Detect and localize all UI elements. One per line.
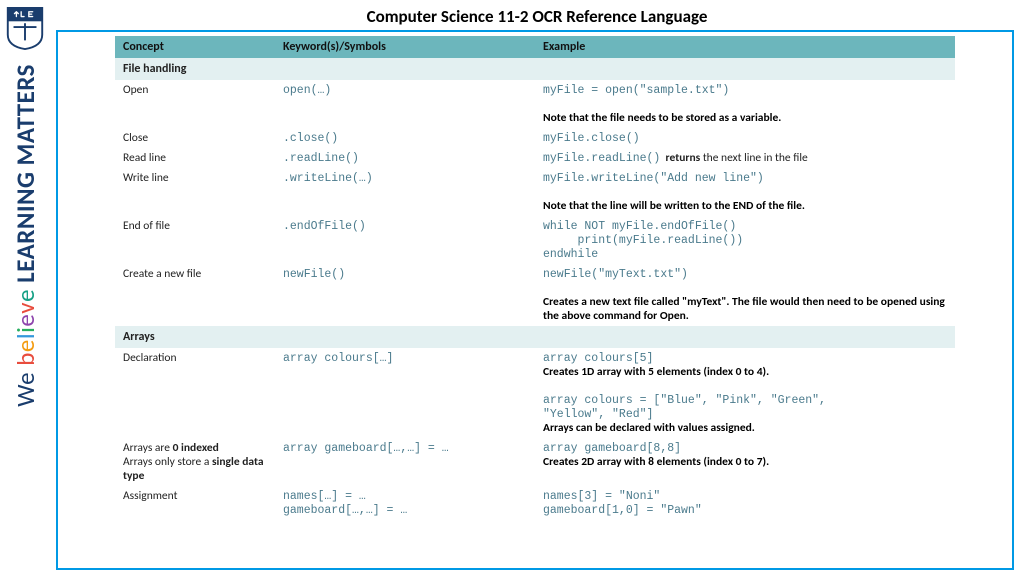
- concept-cell: Create a new file: [115, 264, 275, 326]
- keyword-cell: array colours[…]: [275, 348, 535, 438]
- school-logo: [5, 6, 45, 50]
- col-header-keyword: Keyword(s)/Symbols: [275, 36, 535, 58]
- keyword-cell: names[…] = … gameboard[…,…] = …: [275, 486, 535, 520]
- row-eof: End of file .endOfFile() while NOT myFil…: [115, 216, 955, 264]
- row-newfile: Create a new file newFile() newFile("myT…: [115, 264, 955, 326]
- concept-cell: Declaration: [115, 348, 275, 438]
- concept-cell: Arrays are 0 indexed Arrays only store a…: [115, 438, 275, 486]
- example-cell: array colours[5] Creates 1D array with 5…: [535, 348, 955, 438]
- reference-table: Concept Keyword(s)/Symbols Example File …: [115, 36, 955, 520]
- example-cell: array gameboard[8,8] Creates 2D array wi…: [535, 438, 955, 486]
- example-cell: newFile("myText.txt") Creates a new text…: [535, 264, 955, 326]
- row-writeline: Write line .writeLine(…) myFile.writeLin…: [115, 168, 955, 216]
- row-declaration: Declaration array colours[…] array colou…: [115, 348, 955, 438]
- example-cell: myFile = open("sample.txt") Note that th…: [535, 80, 955, 128]
- sidebar: We believe LEARNING MATTERS: [0, 0, 50, 576]
- keyword-cell: .readLine(): [275, 148, 535, 168]
- concept-cell: Close: [115, 128, 275, 148]
- section-arrays: Arrays: [115, 326, 955, 348]
- concept-cell: Assignment: [115, 486, 275, 520]
- content-frame: Concept Keyword(s)/Symbols Example File …: [56, 30, 1014, 570]
- row-readline: Read line .readLine() myFile.readLine() …: [115, 148, 955, 168]
- row-open: Open open(…) myFile = open("sample.txt")…: [115, 80, 955, 128]
- row-2d: Arrays are 0 indexed Arrays only store a…: [115, 438, 955, 486]
- row-close: Close .close() myFile.close(): [115, 128, 955, 148]
- vertical-motto: We believe LEARNING MATTERS: [10, 64, 41, 407]
- concept-cell: End of file: [115, 216, 275, 264]
- concept-cell: Read line: [115, 148, 275, 168]
- concept-cell: Write line: [115, 168, 275, 216]
- keyword-cell: .close(): [275, 128, 535, 148]
- keyword-cell: .writeLine(…): [275, 168, 535, 216]
- table-header-row: Concept Keyword(s)/Symbols Example: [115, 36, 955, 58]
- col-header-example: Example: [535, 36, 955, 58]
- section-file-handling: File handling: [115, 58, 955, 80]
- example-cell: names[3] = "Noni" gameboard[1,0] = "Pawn…: [535, 486, 955, 520]
- keyword-cell: newFile(): [275, 264, 535, 326]
- example-cell: while NOT myFile.endOfFile() print(myFil…: [535, 216, 955, 264]
- row-assignment: Assignment names[…] = … gameboard[…,…] =…: [115, 486, 955, 520]
- keyword-cell: .endOfFile(): [275, 216, 535, 264]
- example-cell: myFile.readLine() returns the next line …: [535, 148, 955, 168]
- keyword-cell: open(…): [275, 80, 535, 128]
- keyword-cell: array gameboard[…,…] = …: [275, 438, 535, 486]
- example-cell: myFile.writeLine("Add new line") Note th…: [535, 168, 955, 216]
- page-title: Computer Science 11-2 OCR Reference Lang…: [50, 6, 1024, 27]
- example-cell: myFile.close(): [535, 128, 955, 148]
- col-header-concept: Concept: [115, 36, 275, 58]
- concept-cell: Open: [115, 80, 275, 128]
